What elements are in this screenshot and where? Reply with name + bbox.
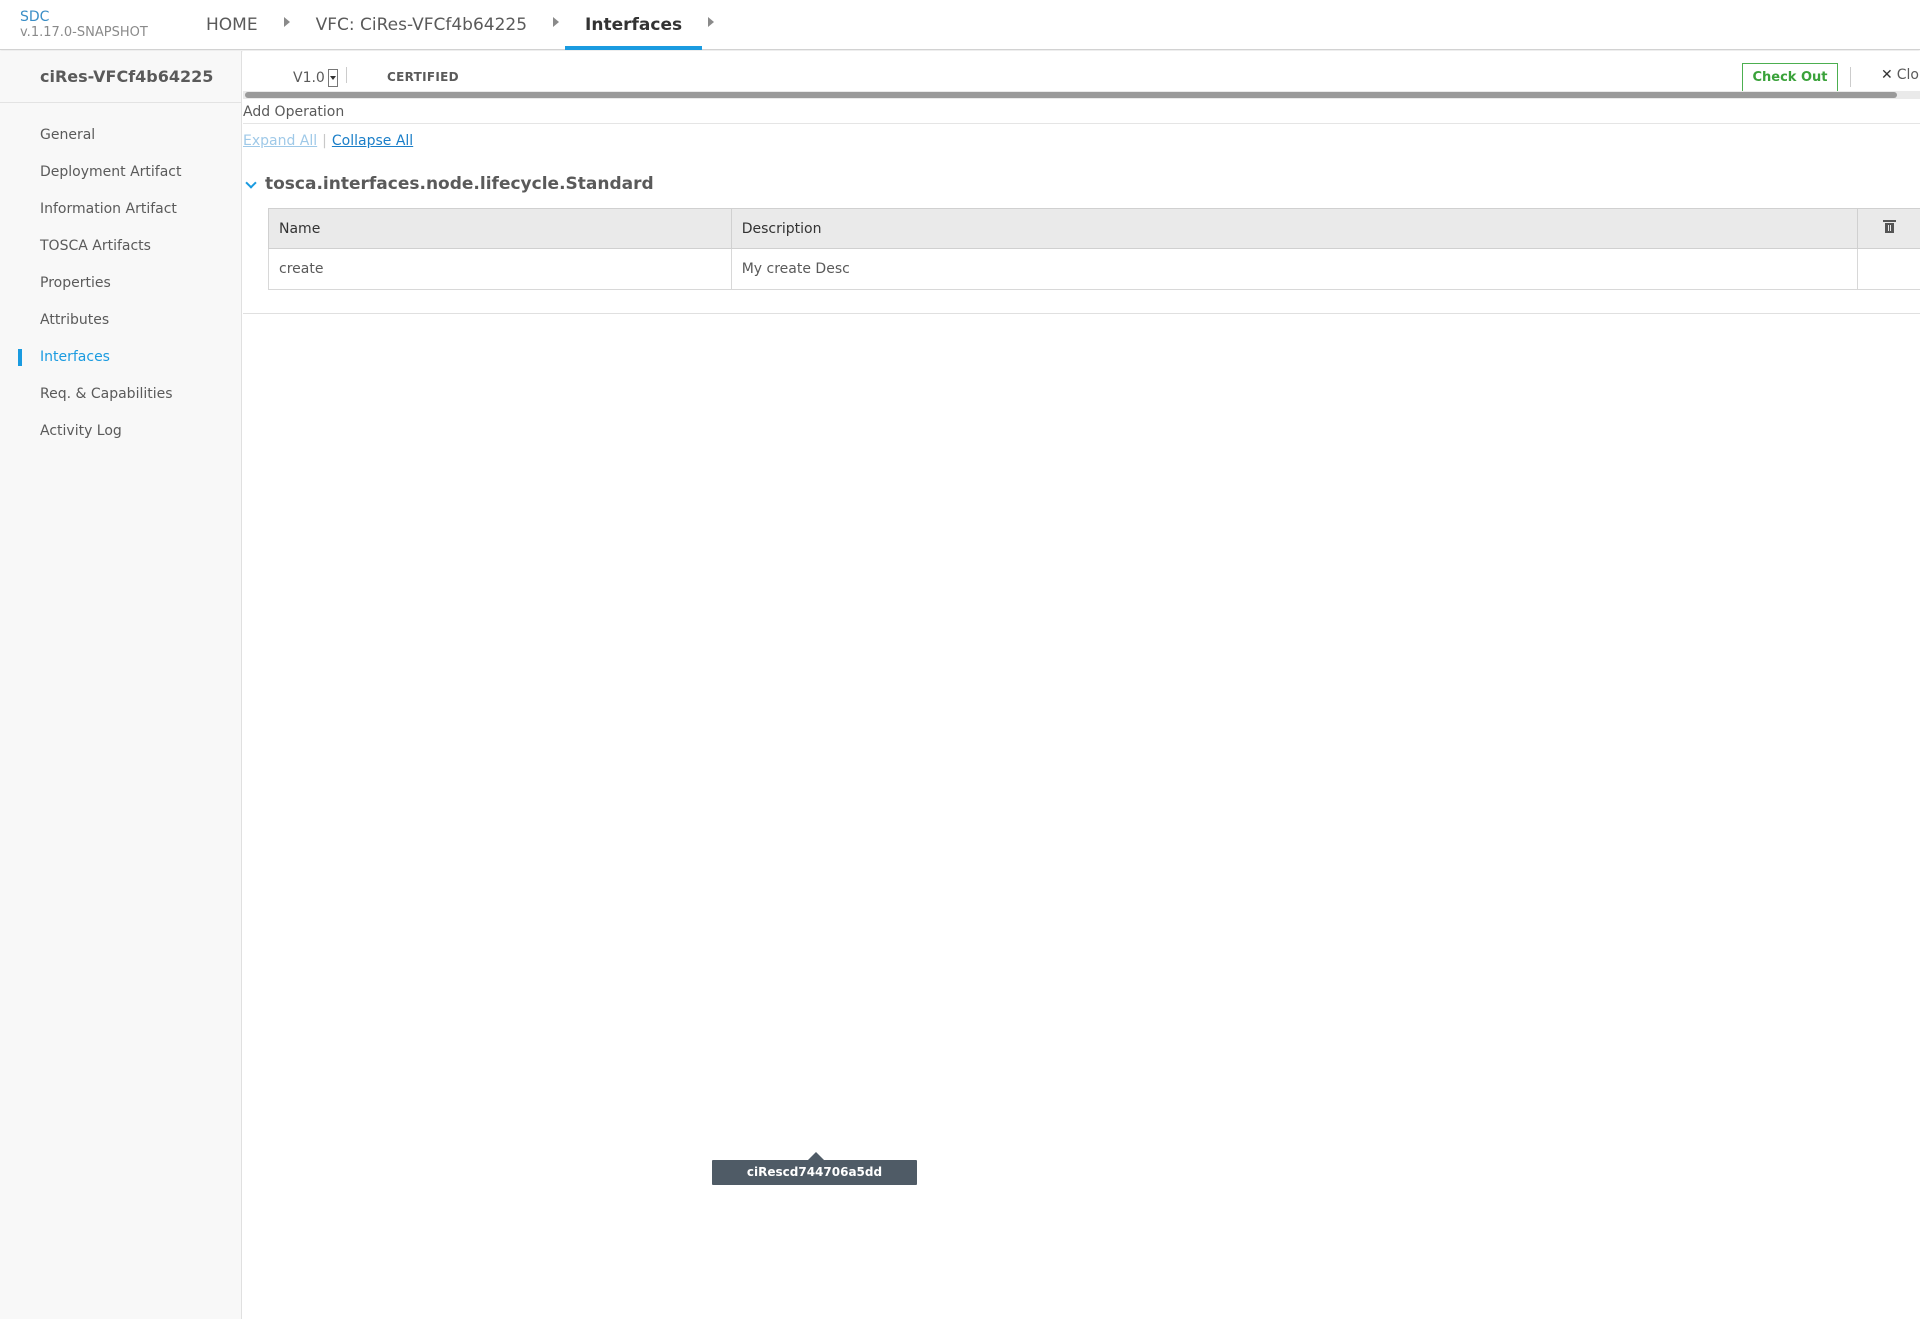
sidebar-item-properties[interactable]: Properties bbox=[0, 265, 241, 302]
close-button[interactable]: ✕ Clo bbox=[1881, 67, 1919, 83]
sidebar-item-information-artifact[interactable]: Information Artifact bbox=[0, 191, 241, 228]
sidebar-item-req-capabilities[interactable]: Req. & Capabilities bbox=[0, 376, 241, 413]
collapse-all-link[interactable]: Collapse All bbox=[332, 133, 413, 149]
horizontal-scrollbar[interactable] bbox=[243, 91, 1920, 99]
header-divider bbox=[1850, 67, 1851, 87]
sidebar-menu: General Deployment Artifact Information … bbox=[0, 103, 241, 450]
caret-right-icon[interactable] bbox=[553, 17, 560, 27]
close-label: Clo bbox=[1896, 67, 1919, 83]
close-icon[interactable]: ✕ bbox=[1881, 67, 1893, 83]
caret-down-icon[interactable] bbox=[327, 69, 338, 87]
sidebar-item-interfaces[interactable]: Interfaces bbox=[0, 339, 241, 376]
brand[interactable]: SDC v.1.17.0-SNAPSHOT bbox=[20, 9, 148, 41]
operation-name[interactable]: create bbox=[268, 248, 732, 290]
status-badge: CERTIFIED bbox=[387, 70, 459, 84]
column-header-name: Name bbox=[268, 208, 732, 249]
column-header-actions bbox=[1857, 208, 1920, 249]
sidebar-item-attributes[interactable]: Attributes bbox=[0, 302, 241, 339]
divider bbox=[243, 123, 1920, 124]
sidebar: ciRes-VFCf4b64225 General Deployment Art… bbox=[0, 51, 242, 1319]
version-selector[interactable]: V1.0 bbox=[293, 69, 338, 87]
breadcrumb: HOME VFC: CiRes-VFCf4b64225 Interfaces bbox=[186, 0, 720, 50]
operation-description: My create Desc bbox=[730, 248, 1859, 290]
breadcrumb-home[interactable]: HOME bbox=[186, 0, 278, 50]
header-divider bbox=[346, 67, 347, 83]
sidebar-title: ciRes-VFCf4b64225 bbox=[0, 51, 241, 103]
scrollbar-thumb[interactable] bbox=[245, 92, 1897, 98]
caret-right-icon[interactable] bbox=[708, 17, 715, 27]
sidebar-item-deployment-artifact[interactable]: Deployment Artifact bbox=[0, 154, 241, 191]
expand-collapse-controls: Expand All | Collapse All bbox=[243, 133, 413, 149]
sidebar-item-activity-log[interactable]: Activity Log bbox=[0, 413, 241, 450]
sidebar-item-general[interactable]: General bbox=[0, 117, 241, 154]
workspace-header: V1.0 CERTIFIED Check Out ✕ Clo bbox=[243, 51, 1920, 93]
top-bar: SDC v.1.17.0-SNAPSHOT HOME VFC: CiRes-VF… bbox=[0, 0, 1920, 50]
expand-all-link[interactable]: Expand All bbox=[243, 133, 317, 149]
add-operation-button[interactable]: Add Operation bbox=[243, 104, 344, 120]
table-row[interactable]: create My create Desc bbox=[268, 248, 1920, 290]
table-header-row: Name Description bbox=[268, 208, 1920, 249]
trash-icon[interactable] bbox=[1882, 219, 1896, 233]
caret-right-icon[interactable] bbox=[283, 17, 290, 27]
interface-name: tosca.interfaces.node.lifecycle.Standard bbox=[265, 174, 654, 194]
column-header-description: Description bbox=[730, 208, 1859, 249]
interface-header[interactable]: tosca.interfaces.node.lifecycle.Standard bbox=[245, 174, 654, 194]
sidebar-item-tosca-artifacts[interactable]: TOSCA Artifacts bbox=[0, 228, 241, 265]
breadcrumb-vfc[interactable]: VFC: CiRes-VFCf4b64225 bbox=[296, 0, 547, 50]
breadcrumb-interfaces[interactable]: Interfaces bbox=[565, 0, 703, 50]
brand-name: SDC bbox=[20, 9, 50, 25]
chevron-down-icon[interactable] bbox=[245, 177, 257, 189]
divider bbox=[243, 313, 1920, 314]
version-label: V1.0 bbox=[293, 70, 325, 86]
check-out-button[interactable]: Check Out bbox=[1742, 63, 1838, 92]
interfaces-content: Add Operation Expand All | Collapse All … bbox=[243, 100, 1920, 1319]
operations-table: Name Description create My create Desc bbox=[268, 208, 1920, 290]
tooltip: ciRescd744706a5dd 74470651 bbox=[712, 1152, 917, 1204]
link-separator: | bbox=[322, 133, 327, 149]
row-actions bbox=[1857, 248, 1920, 290]
brand-version: v.1.17.0-SNAPSHOT bbox=[20, 25, 148, 40]
